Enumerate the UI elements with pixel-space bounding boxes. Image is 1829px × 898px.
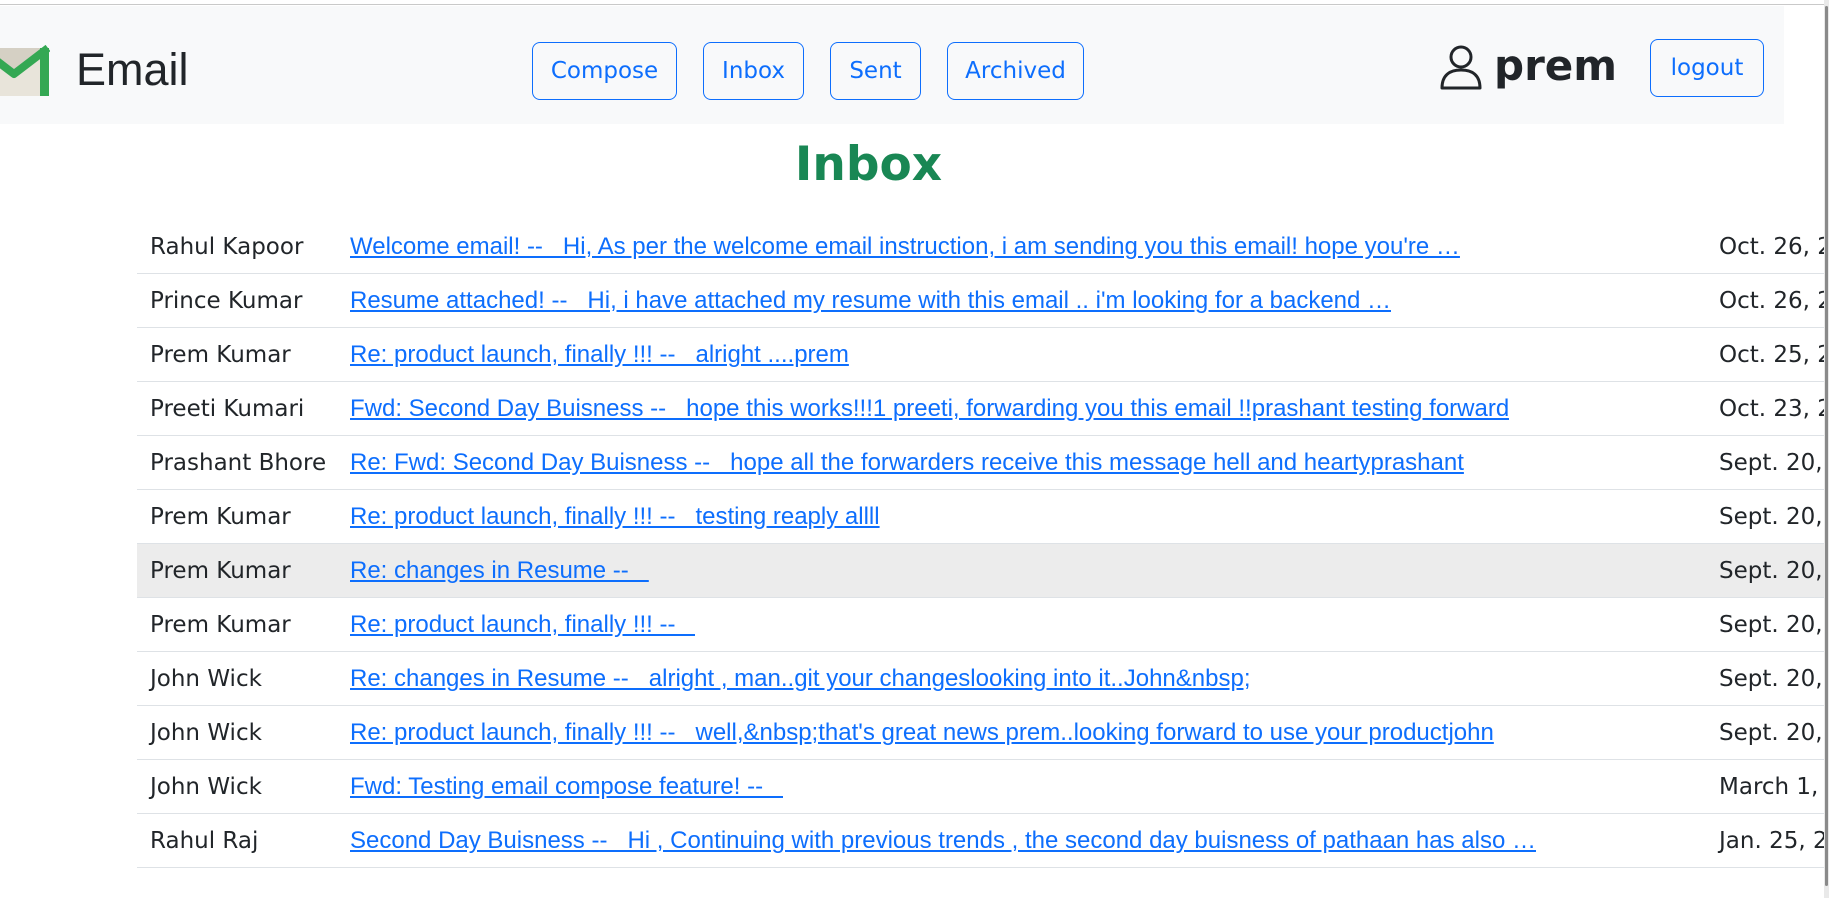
- table-row[interactable]: Prashant Bhore Re: Fwd: Second Day Buisne…: [137, 436, 1829, 490]
- email-subject-link[interactable]: Re: product launch, finally !!! -- well,…: [350, 706, 1494, 760]
- email-sender: John Wick: [150, 774, 262, 800]
- email-list: Rahul Kapoor Welcome email! -- Hi, As per…: [137, 220, 1829, 868]
- email-subject-link[interactable]: Resume attached! -- Hi, i have attached …: [350, 274, 1391, 328]
- email-sender: Prem Kumar: [150, 612, 291, 638]
- email-subject-link[interactable]: Re: product launch, finally !!! --: [350, 598, 695, 652]
- email-sender: John Wick: [150, 666, 262, 692]
- email-date: Oct. 23, 2: [1719, 396, 1829, 422]
- archived-button[interactable]: Archived: [947, 42, 1084, 100]
- email-sender: Prem Kumar: [150, 342, 291, 368]
- table-row-partial: [137, 890, 1829, 898]
- email-date: Sept. 20,: [1719, 450, 1823, 476]
- table-row[interactable]: Preeti Kumari Fwd: Second Day Buisness --…: [137, 382, 1829, 436]
- email-date: Oct. 26, 2: [1719, 288, 1829, 314]
- email-subject-link[interactable]: Re: changes in Resume -- alright , man..…: [350, 652, 1250, 706]
- email-subject-link[interactable]: Re: Fwd: Second Day Buisness -- hope all…: [350, 436, 1464, 490]
- window-top-border: [0, 4, 1829, 5]
- email-sender: Prashant Bhore: [150, 450, 327, 476]
- email-date: March 1, :: [1719, 774, 1829, 800]
- email-subject-link[interactable]: Welcome email! -- Hi, As per the welcome…: [350, 220, 1460, 274]
- email-date: Oct. 25, 2: [1719, 342, 1829, 368]
- email-date: Sept. 20,: [1719, 558, 1823, 584]
- email-sender: Rahul Raj: [150, 828, 259, 854]
- inbox-button[interactable]: Inbox: [703, 42, 804, 100]
- email-date: Sept. 20,: [1719, 612, 1823, 638]
- email-sender: John Wick: [150, 720, 262, 746]
- table-row[interactable]: Prem Kumar Re: product launch, finally !!…: [137, 598, 1829, 652]
- email-subject-link[interactable]: Second Day Buisness -- Hi , Continuing w…: [350, 814, 1536, 868]
- navbar: Email Compose Inbox Sent Archived prem l…: [0, 6, 1784, 124]
- table-row[interactable]: Rahul Kapoor Welcome email! -- Hi, As per…: [137, 220, 1829, 274]
- email-date: Sept. 20,: [1719, 720, 1823, 746]
- email-date: Oct. 26, 2: [1719, 234, 1829, 260]
- email-subject-link[interactable]: Re: product launch, finally !!! -- alrig…: [350, 328, 849, 382]
- user-icon: [1438, 44, 1484, 90]
- table-row[interactable]: John Wick Re: product launch, finally !!!…: [137, 706, 1829, 760]
- email-date: Sept. 20,: [1719, 504, 1823, 530]
- sent-button[interactable]: Sent: [830, 42, 921, 100]
- table-row[interactable]: John Wick Re: changes in Resume -- alrigh…: [137, 652, 1829, 706]
- table-row[interactable]: John Wick Fwd: Testing email compose feat…: [137, 760, 1829, 814]
- table-row[interactable]: Prince Kumar Resume attached! -- Hi, i ha…: [137, 274, 1829, 328]
- table-row[interactable]: Rahul Raj Second Day Buisness -- Hi , Con…: [137, 814, 1829, 868]
- email-logo-icon: [0, 44, 50, 100]
- email-date: Sept. 20,: [1719, 666, 1823, 692]
- page-title: Inbox: [794, 137, 943, 192]
- email-subject-link[interactable]: Re: product launch, finally !!! -- testi…: [350, 490, 880, 544]
- email-sender: Prem Kumar: [150, 504, 291, 530]
- table-row[interactable]: Prem Kumar Re: product launch, finally !!…: [137, 490, 1829, 544]
- table-row[interactable]: Prem Kumar Re: changes in Resume -- Sept.…: [137, 544, 1829, 598]
- email-sender: Prince Kumar: [150, 288, 303, 314]
- email-sender: Rahul Kapoor: [150, 234, 304, 260]
- email-subject-link[interactable]: Fwd: Testing email compose feature! --: [350, 760, 783, 814]
- compose-button[interactable]: Compose: [532, 42, 677, 100]
- email-subject-link[interactable]: Fwd: Second Day Buisness -- hope this wo…: [350, 382, 1509, 436]
- brand-title[interactable]: Email: [76, 44, 189, 96]
- logout-button[interactable]: logout: [1650, 39, 1764, 97]
- scrollbar-thumb[interactable]: [1825, 6, 1828, 886]
- username-label: prem: [1494, 41, 1618, 90]
- table-row[interactable]: Prem Kumar Re: product launch, finally !!…: [137, 328, 1829, 382]
- email-sender: Preeti Kumari: [150, 396, 305, 422]
- email-subject-link[interactable]: Re: changes in Resume --: [350, 544, 649, 598]
- email-sender: Prem Kumar: [150, 558, 291, 584]
- email-date: Jan. 25, 2: [1719, 828, 1828, 854]
